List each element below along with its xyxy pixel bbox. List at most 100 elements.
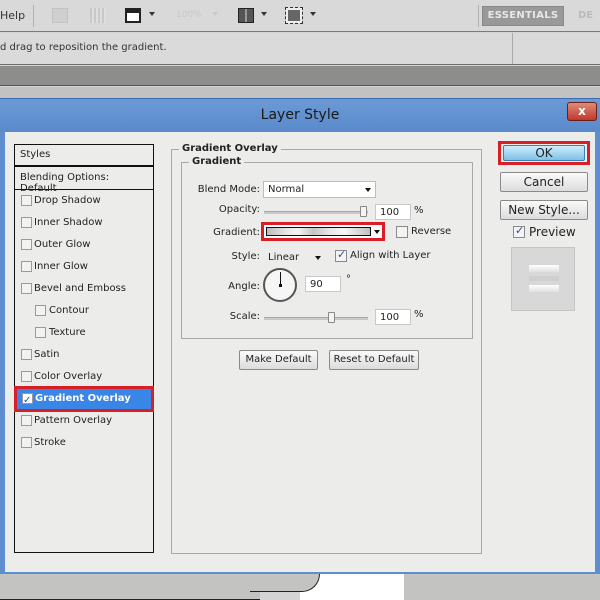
style-item-outer-glow[interactable]: Outer Glow xyxy=(15,234,153,256)
workspace-next-button[interactable]: DE xyxy=(578,10,593,21)
options-bar: d drag to reposition the gradient. xyxy=(0,33,600,65)
app-toolbar: Help 100% ESSENTIALS DE xyxy=(0,0,600,32)
align-with-layer-label: Align with Layer xyxy=(350,250,431,261)
style-checkbox[interactable] xyxy=(35,327,46,338)
chevron-down-icon[interactable] xyxy=(261,12,267,16)
style-checkbox[interactable] xyxy=(22,390,33,412)
gradient-label: Gradient: xyxy=(213,227,260,238)
style-checkbox[interactable] xyxy=(35,305,46,316)
styles-header[interactable]: Styles xyxy=(15,145,153,167)
workspace-essentials-button[interactable]: ESSENTIALS xyxy=(482,6,564,26)
reverse-label: Reverse xyxy=(411,226,452,237)
style-item-label: Pattern Overlay xyxy=(34,415,113,426)
opacity-input[interactable]: 100 xyxy=(375,204,411,220)
chevron-down-icon[interactable] xyxy=(374,230,380,234)
style-item-label: Inner Glow xyxy=(34,261,88,272)
chevron-down-icon[interactable] xyxy=(149,12,155,16)
style-checkbox[interactable] xyxy=(21,239,32,250)
opacity-label: Opacity: xyxy=(218,204,260,215)
style-item-label: Texture xyxy=(49,327,86,338)
style-item-pattern-overlay[interactable]: Pattern Overlay xyxy=(15,410,153,432)
scale-slider-thumb[interactable] xyxy=(327,312,335,323)
style-item-gradient-overlay[interactable]: Gradient Overlay xyxy=(14,386,154,412)
reset-to-default-button[interactable]: Reset to Default xyxy=(329,350,419,370)
preview-bar xyxy=(529,276,559,281)
style-item-label: Gradient Overlay xyxy=(35,393,131,404)
view-extras-icon[interactable] xyxy=(125,8,141,23)
style-checkbox[interactable] xyxy=(21,261,32,272)
style-item-texture[interactable]: Texture xyxy=(15,322,153,344)
styles-list: Styles Blending Options: Default Drop Sh… xyxy=(14,144,154,553)
mini-bridge-icon[interactable] xyxy=(90,8,106,23)
screen-mode-icon[interactable] xyxy=(285,7,303,24)
panel-band xyxy=(0,66,600,86)
angle-input[interactable]: 90 xyxy=(305,276,341,292)
menu-help[interactable]: Help xyxy=(0,9,25,22)
style-checkbox[interactable] xyxy=(21,195,32,206)
style-item-stroke[interactable]: Stroke xyxy=(15,432,153,454)
style-item-contour[interactable]: Contour xyxy=(15,300,153,322)
workspace-panel xyxy=(404,574,600,600)
launch-bridge-icon[interactable] xyxy=(52,8,68,23)
opacity-slider[interactable] xyxy=(264,211,368,214)
style-preview xyxy=(511,247,575,311)
scale-slider[interactable] xyxy=(264,317,368,320)
reverse-checkbox[interactable] xyxy=(396,226,408,238)
dialog-body: Styles Blending Options: Default Drop Sh… xyxy=(5,132,595,572)
workspace-area xyxy=(0,574,260,600)
style-item-label: Bevel and Emboss xyxy=(34,283,126,294)
preview-checkbox[interactable] xyxy=(513,224,525,238)
style-item-inner-glow[interactable]: Inner Glow xyxy=(15,256,153,278)
status-hint: d drag to reposition the gradient. xyxy=(0,42,167,53)
style-item-label: Stroke xyxy=(34,437,66,448)
arrange-documents-icon[interactable] xyxy=(238,8,254,23)
chevron-down-icon[interactable] xyxy=(310,12,316,16)
gradient-picker[interactable] xyxy=(261,222,385,241)
make-default-button[interactable]: Make Default xyxy=(239,350,318,370)
close-icon: x xyxy=(578,104,586,118)
style-item-bevel-and-emboss[interactable]: Bevel and Emboss xyxy=(15,278,153,300)
gradient-subgroup-title: Gradient xyxy=(189,156,245,167)
style-checkbox[interactable] xyxy=(21,283,32,294)
chevron-down-icon xyxy=(315,256,321,260)
style-item-satin[interactable]: Satin xyxy=(15,344,153,366)
scale-input[interactable]: 100 xyxy=(375,309,411,325)
toolbar-separator xyxy=(33,5,34,27)
style-checkbox[interactable] xyxy=(21,415,32,426)
align-with-layer-checkbox[interactable] xyxy=(335,248,347,262)
close-button[interactable]: x xyxy=(567,102,597,121)
style-item-label: Color Overlay xyxy=(34,371,103,382)
style-item-inner-shadow[interactable]: Inner Shadow xyxy=(15,212,153,234)
style-item-drop-shadow[interactable]: Drop Shadow xyxy=(15,190,153,212)
angle-unit: ° xyxy=(346,274,351,285)
cancel-button[interactable]: Cancel xyxy=(500,172,588,192)
style-item-color-overlay[interactable]: Color Overlay xyxy=(15,366,153,388)
zoom-level[interactable]: 100% xyxy=(176,10,202,20)
chevron-down-icon[interactable] xyxy=(212,12,218,16)
style-item-label: Drop Shadow xyxy=(34,195,101,206)
preview-bar xyxy=(529,265,559,272)
new-style-button[interactable]: New Style... xyxy=(500,200,588,220)
angle-center xyxy=(279,284,282,287)
style-checkbox[interactable] xyxy=(21,217,32,228)
style-select[interactable]: Linear xyxy=(263,249,326,266)
toolbar-separator xyxy=(478,5,479,27)
angle-dial[interactable] xyxy=(263,268,297,302)
preview-bar xyxy=(529,285,559,292)
dialog-title: Layer Style xyxy=(0,99,600,132)
style-item-label: Contour xyxy=(49,305,89,316)
preview-label: Preview xyxy=(529,225,576,239)
blend-mode-value: Normal xyxy=(268,184,305,195)
ok-button[interactable]: OK xyxy=(503,145,585,161)
blend-mode-select[interactable]: Normal xyxy=(263,181,376,198)
ok-highlight: OK xyxy=(498,141,590,165)
style-checkbox[interactable] xyxy=(21,437,32,448)
options-separator xyxy=(512,33,513,64)
opacity-slider-thumb[interactable] xyxy=(360,206,367,217)
style-item-label: Satin xyxy=(34,349,60,360)
style-checkbox[interactable] xyxy=(21,371,32,382)
gradient-swatch[interactable] xyxy=(266,227,371,236)
style-checkbox[interactable] xyxy=(21,349,32,360)
blending-options-item[interactable]: Blending Options: Default xyxy=(15,167,153,194)
style-item-label: Inner Shadow xyxy=(34,217,103,228)
